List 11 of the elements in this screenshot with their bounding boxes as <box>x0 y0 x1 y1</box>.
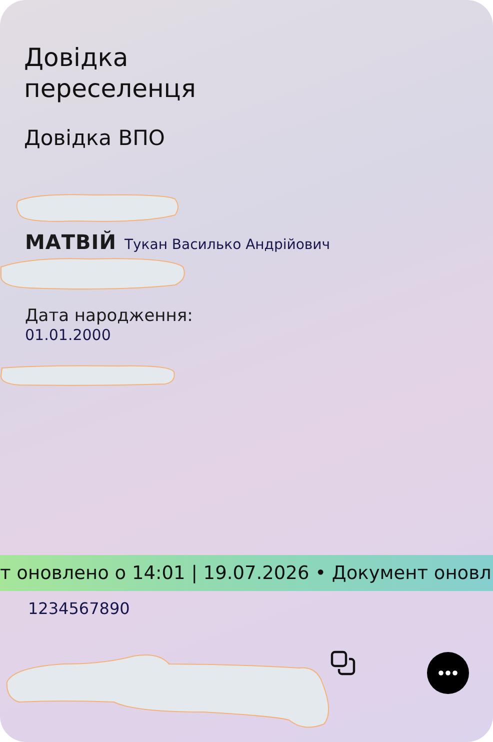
document-number: 1234567890 <box>28 599 131 618</box>
document-title: Довідка переселенця <box>24 42 197 104</box>
update-ticker: т оновлено о 14:01 | 19.07.2026 • Документ оновл <box>0 555 493 591</box>
copy-icon[interactable] <box>330 650 356 676</box>
birth-date: 01.01.2000 <box>25 327 112 344</box>
full-name: Тукан Василько Андрійович <box>124 237 330 253</box>
more-button[interactable] <box>427 652 469 694</box>
given-name: МАТВІЙ <box>25 230 116 254</box>
more-icon <box>438 670 458 676</box>
birth-date-label: Дата народження: <box>25 306 194 326</box>
document-subtitle: Довідка ВПО <box>24 126 166 150</box>
